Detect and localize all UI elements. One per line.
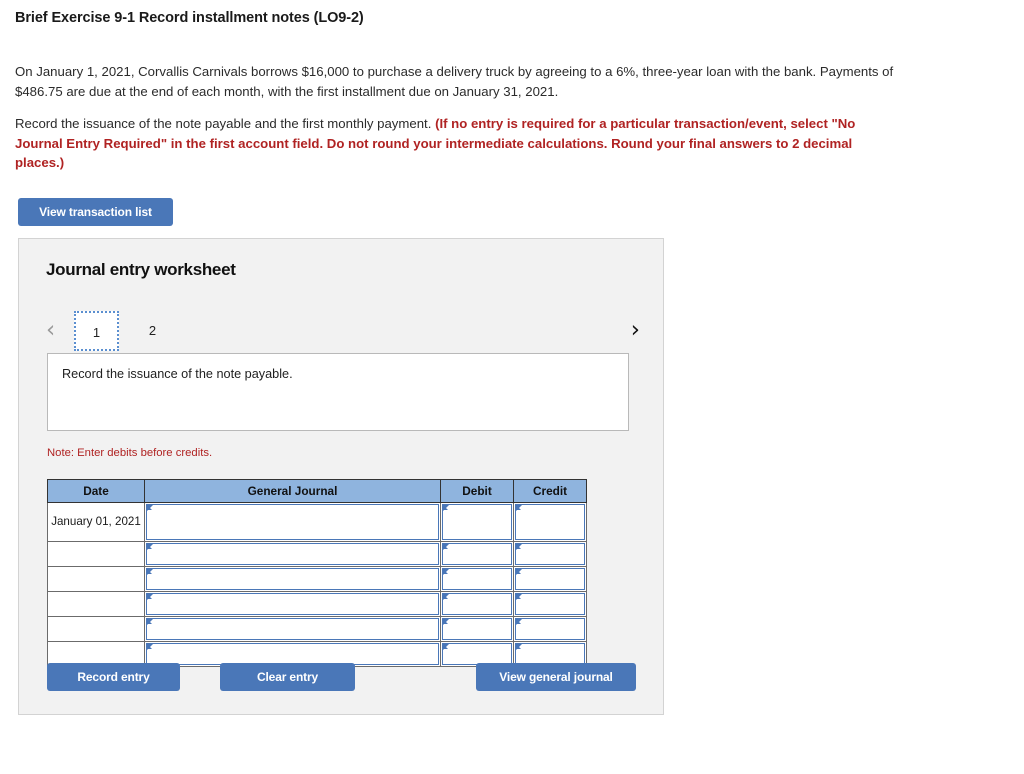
cell-date-value: January 01, 2021	[51, 515, 141, 528]
exercise-page: Brief Exercise 9-1 Record installment no…	[0, 0, 1024, 774]
cell-credit[interactable]	[513, 591, 587, 617]
cell-date[interactable]	[47, 566, 145, 592]
cell-credit[interactable]	[513, 616, 587, 642]
question-paragraph-1: On January 1, 2021, Corvallis Carnivals …	[15, 64, 894, 99]
clear-entry-button[interactable]: Clear entry	[220, 663, 355, 691]
worksheet-tab-2[interactable]: 2	[130, 311, 175, 351]
general-journal-input[interactable]	[146, 593, 439, 615]
general-journal-input[interactable]	[146, 543, 439, 565]
table-row	[47, 616, 587, 642]
column-header-credit: Credit	[513, 479, 587, 503]
cell-date-value	[48, 644, 144, 664]
worksheet-instruction-text: Record the issuance of the note payable.	[62, 367, 293, 381]
cell-date[interactable]	[47, 591, 145, 617]
chevron-right-icon[interactable]: ›	[631, 315, 640, 345]
debit-input[interactable]	[442, 618, 512, 640]
debit-input[interactable]	[442, 593, 512, 615]
general-journal-input[interactable]	[146, 643, 439, 665]
cell-credit[interactable]	[513, 541, 587, 567]
cell-debit[interactable]	[440, 591, 514, 617]
credit-input[interactable]	[515, 643, 585, 665]
debit-input[interactable]	[442, 543, 512, 565]
chevron-left-icon[interactable]: ‹	[46, 315, 55, 345]
cell-debit[interactable]	[440, 541, 514, 567]
table-row	[47, 591, 587, 617]
cell-date-value	[48, 594, 144, 614]
cell-date[interactable]	[47, 541, 145, 567]
cell-date: January 01, 2021	[47, 502, 145, 542]
cell-general-journal[interactable]	[144, 502, 441, 542]
credit-input[interactable]	[515, 593, 585, 615]
cell-debit[interactable]	[440, 502, 514, 542]
cell-date-value	[48, 569, 144, 589]
cell-credit[interactable]	[513, 502, 587, 542]
cell-date-value	[48, 544, 144, 564]
debit-input[interactable]	[442, 504, 512, 540]
page-title: Brief Exercise 9-1 Record installment no…	[15, 10, 364, 26]
view-transaction-list-button[interactable]: View transaction list	[18, 198, 173, 226]
general-journal-input[interactable]	[146, 618, 439, 640]
credit-input[interactable]	[515, 618, 585, 640]
column-header-debit: Debit	[440, 479, 514, 503]
debits-before-credits-note: Note: Enter debits before credits.	[47, 447, 213, 459]
worksheet-pager: ‹ 1 2 ›	[46, 311, 640, 351]
cell-general-journal[interactable]	[144, 541, 441, 567]
record-entry-button[interactable]: Record entry	[47, 663, 180, 691]
cell-general-journal[interactable]	[144, 591, 441, 617]
cell-date[interactable]	[47, 616, 145, 642]
general-journal-input[interactable]	[146, 504, 439, 540]
cell-date-value	[48, 619, 144, 639]
general-journal-input[interactable]	[146, 568, 439, 590]
general-journal-table: Date General Journal Debit Credit Januar…	[47, 479, 587, 667]
worksheet-tab-2-label: 2	[148, 323, 157, 338]
column-header-general-journal: General Journal	[144, 479, 441, 503]
table-row: January 01, 2021	[47, 502, 587, 542]
cell-debit[interactable]	[440, 616, 514, 642]
table-header-row: Date General Journal Debit Credit	[47, 479, 587, 503]
worksheet-title: Journal entry worksheet	[46, 260, 236, 279]
journal-entry-worksheet-panel: Journal entry worksheet ‹ 1 2 › Record t…	[18, 238, 664, 715]
table-row	[47, 541, 587, 567]
cell-general-journal[interactable]	[144, 566, 441, 592]
cell-credit[interactable]	[513, 566, 587, 592]
table-row	[47, 566, 587, 592]
credit-input[interactable]	[515, 543, 585, 565]
debit-input[interactable]	[442, 568, 512, 590]
credit-input[interactable]	[515, 568, 585, 590]
question-paragraph-2-plain: Record the issuance of the note payable …	[15, 116, 436, 131]
cell-general-journal[interactable]	[144, 616, 441, 642]
debit-input[interactable]	[442, 643, 512, 665]
worksheet-tab-1-label: 1	[92, 325, 101, 340]
view-general-journal-button[interactable]: View general journal	[476, 663, 636, 691]
column-header-date: Date	[47, 479, 145, 503]
credit-input[interactable]	[515, 504, 585, 540]
question-paragraph-2: Record the issuance of the note payable …	[15, 114, 901, 173]
cell-debit[interactable]	[440, 566, 514, 592]
worksheet-instruction-box: Record the issuance of the note payable.	[47, 353, 629, 431]
worksheet-tab-1[interactable]: 1	[74, 311, 119, 351]
